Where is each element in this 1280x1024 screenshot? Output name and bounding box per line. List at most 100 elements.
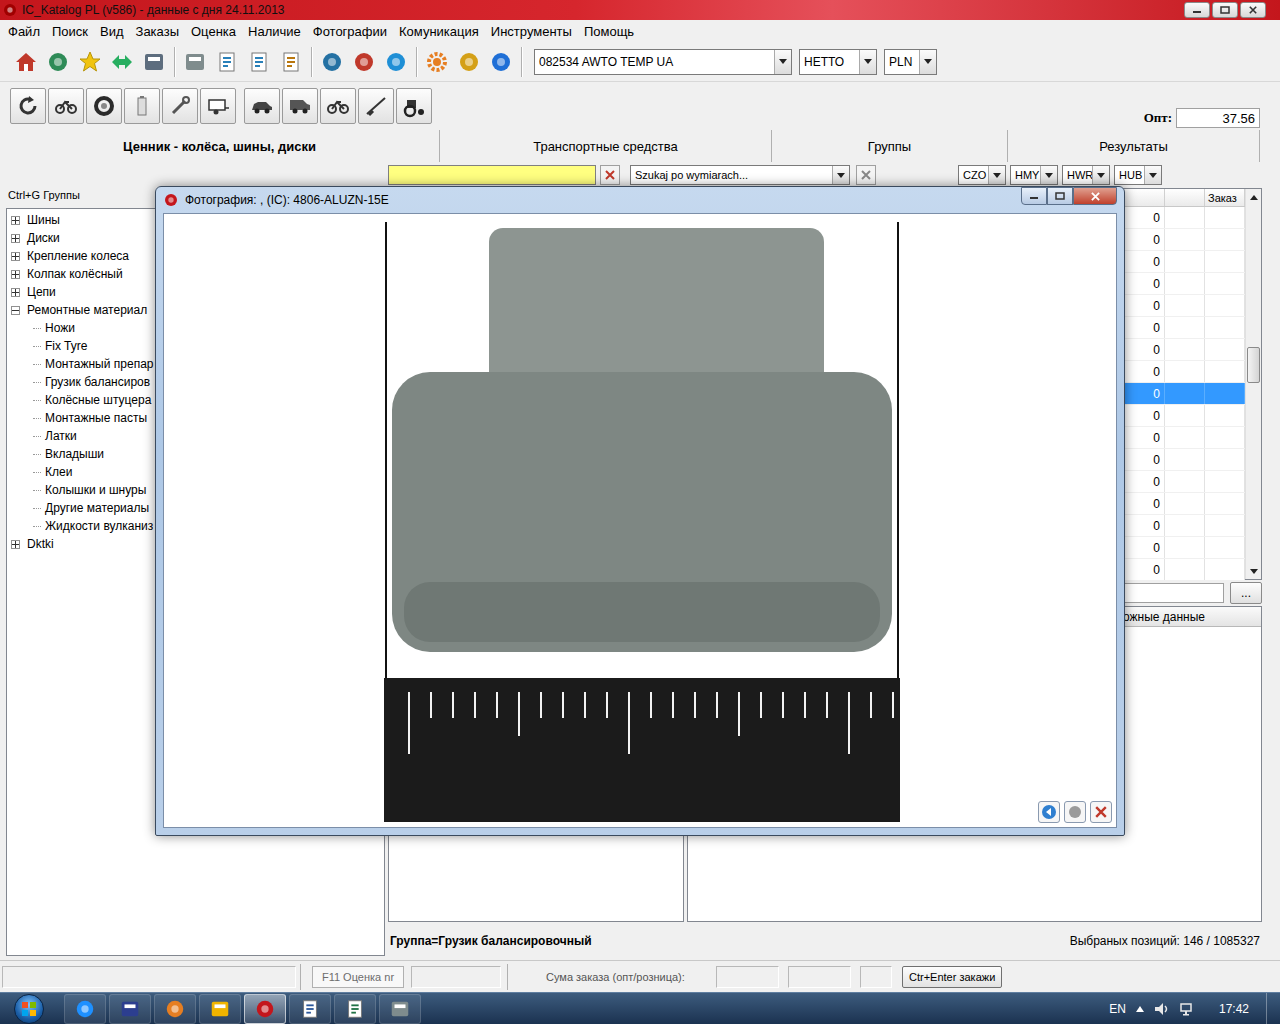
tree-expander[interactable]	[11, 252, 20, 261]
order-cell[interactable]	[1205, 537, 1245, 558]
taskbar-app[interactable]	[64, 994, 106, 1024]
clear-size-button[interactable]	[856, 165, 876, 185]
clock[interactable]: 17:42	[1206, 1002, 1262, 1016]
order-cell[interactable]	[1205, 339, 1245, 360]
tab[interactable]: Группы	[772, 130, 1008, 162]
taskbar-app[interactable]	[199, 994, 241, 1024]
order-cell[interactable]	[1205, 449, 1245, 470]
toolbar-button[interactable]	[106, 46, 138, 78]
order-button[interactable]: Ctr+Enter закажи	[902, 966, 1002, 988]
menu-item[interactable]: Оценка	[185, 24, 242, 39]
code-filter[interactable]: HWR	[1062, 165, 1110, 185]
search-input[interactable]	[388, 165, 596, 185]
toolbar-button[interactable]	[42, 46, 74, 78]
taskbar-app[interactable]	[379, 994, 421, 1024]
tab[interactable]: Транспортные средства	[440, 130, 772, 162]
tray-arrow-icon[interactable]	[1136, 1006, 1144, 1012]
dialog-close-button[interactable]	[1073, 187, 1117, 205]
toolbar-button[interactable]	[348, 46, 380, 78]
scroll-up-button[interactable]	[1246, 189, 1261, 205]
combo-arrow[interactable]	[832, 166, 849, 184]
toolbar-button[interactable]	[316, 46, 348, 78]
start-button[interactable]	[14, 994, 44, 1024]
maximize-button[interactable]	[1212, 2, 1238, 18]
menu-item[interactable]: Вид	[94, 24, 130, 39]
order-cell[interactable]	[1205, 405, 1245, 426]
taskbar-app[interactable]	[109, 994, 151, 1024]
column-header[interactable]	[1165, 189, 1205, 206]
tab[interactable]: Результаты	[1008, 130, 1260, 162]
combo-arrow[interactable]	[1040, 166, 1057, 184]
toolbar-button[interactable]	[179, 46, 211, 78]
order-cell[interactable]	[1205, 493, 1245, 514]
toolbar-button[interactable]	[421, 46, 453, 78]
combo-arrow[interactable]	[1092, 166, 1109, 184]
code-filter[interactable]: HMY	[1010, 165, 1058, 185]
close-button[interactable]	[1240, 2, 1266, 18]
taskbar-app[interactable]	[334, 994, 376, 1024]
toolbar-button[interactable]	[74, 46, 106, 78]
menu-item[interactable]: Фотографии	[307, 24, 393, 39]
toolbar-button[interactable]	[138, 46, 170, 78]
browse-button[interactable]: ...	[1230, 582, 1262, 604]
category-button[interactable]	[48, 88, 84, 124]
scroll-thumb[interactable]	[1247, 347, 1260, 383]
show-desktop-button[interactable]	[1266, 993, 1280, 1024]
category-button[interactable]	[10, 88, 46, 124]
toolbar-button[interactable]	[275, 46, 307, 78]
tree-expander[interactable]	[11, 306, 20, 315]
combo-arrow[interactable]	[1144, 166, 1161, 184]
combo-arrow[interactable]	[919, 50, 936, 74]
category-button[interactable]	[358, 88, 394, 124]
scroll-track[interactable]	[1246, 205, 1261, 563]
menu-item[interactable]: Поиск	[46, 24, 94, 39]
order-cell[interactable]	[1205, 317, 1245, 338]
close-photo-button[interactable]	[1090, 801, 1112, 823]
menu-item[interactable]: Инструменты	[485, 24, 578, 39]
taskbar-app[interactable]	[244, 994, 286, 1024]
order-cell[interactable]	[1205, 251, 1245, 272]
taskbar-app[interactable]	[154, 994, 196, 1024]
clear-search-button[interactable]	[600, 165, 620, 185]
toolbar-button[interactable]	[485, 46, 517, 78]
column-header[interactable]: Заказ	[1205, 189, 1245, 206]
combo-arrow[interactable]	[988, 166, 1005, 184]
order-cell[interactable]	[1205, 471, 1245, 492]
menu-item[interactable]: Файл	[2, 24, 46, 39]
estimate-field[interactable]	[411, 966, 501, 988]
language-indicator[interactable]: EN	[1109, 1002, 1126, 1016]
category-button[interactable]	[162, 88, 198, 124]
minimize-button[interactable]	[1184, 2, 1210, 18]
previous-photo-button[interactable]	[1038, 801, 1060, 823]
opt-field[interactable]: 37.56	[1176, 108, 1260, 128]
category-button[interactable]	[282, 88, 318, 124]
toolbar-button[interactable]	[10, 46, 42, 78]
order-cell[interactable]	[1205, 273, 1245, 294]
toolbar-button[interactable]	[211, 46, 243, 78]
code-filter[interactable]: CZO	[958, 165, 1006, 185]
order-cell[interactable]	[1205, 515, 1245, 536]
category-button[interactable]	[86, 88, 122, 124]
estimate-button[interactable]: F11 Оценка nr	[312, 966, 404, 988]
category-button[interactable]	[320, 88, 356, 124]
dialog-minimize-button[interactable]	[1021, 187, 1047, 205]
network-icon[interactable]	[1180, 1002, 1196, 1016]
tree-expander[interactable]	[11, 216, 20, 225]
taskbar-app[interactable]	[289, 994, 331, 1024]
category-button[interactable]	[124, 88, 160, 124]
toolbar-button[interactable]	[453, 46, 485, 78]
vertical-scrollbar[interactable]	[1245, 189, 1261, 579]
scroll-down-button[interactable]	[1246, 563, 1261, 579]
order-cell[interactable]	[1205, 559, 1245, 580]
currency-select[interactable]: PLN	[884, 49, 937, 75]
tree-expander[interactable]	[11, 288, 20, 297]
menu-item[interactable]: Помощь	[578, 24, 640, 39]
combo-arrow[interactable]	[774, 50, 791, 74]
menu-item[interactable]: Заказы	[130, 24, 185, 39]
menu-item[interactable]: Наличие	[242, 24, 307, 39]
combo-arrow[interactable]	[859, 50, 876, 74]
speaker-icon[interactable]	[1154, 1002, 1170, 1016]
code-filter[interactable]: HUB	[1114, 165, 1162, 185]
order-cell[interactable]	[1205, 361, 1245, 382]
category-button[interactable]	[244, 88, 280, 124]
